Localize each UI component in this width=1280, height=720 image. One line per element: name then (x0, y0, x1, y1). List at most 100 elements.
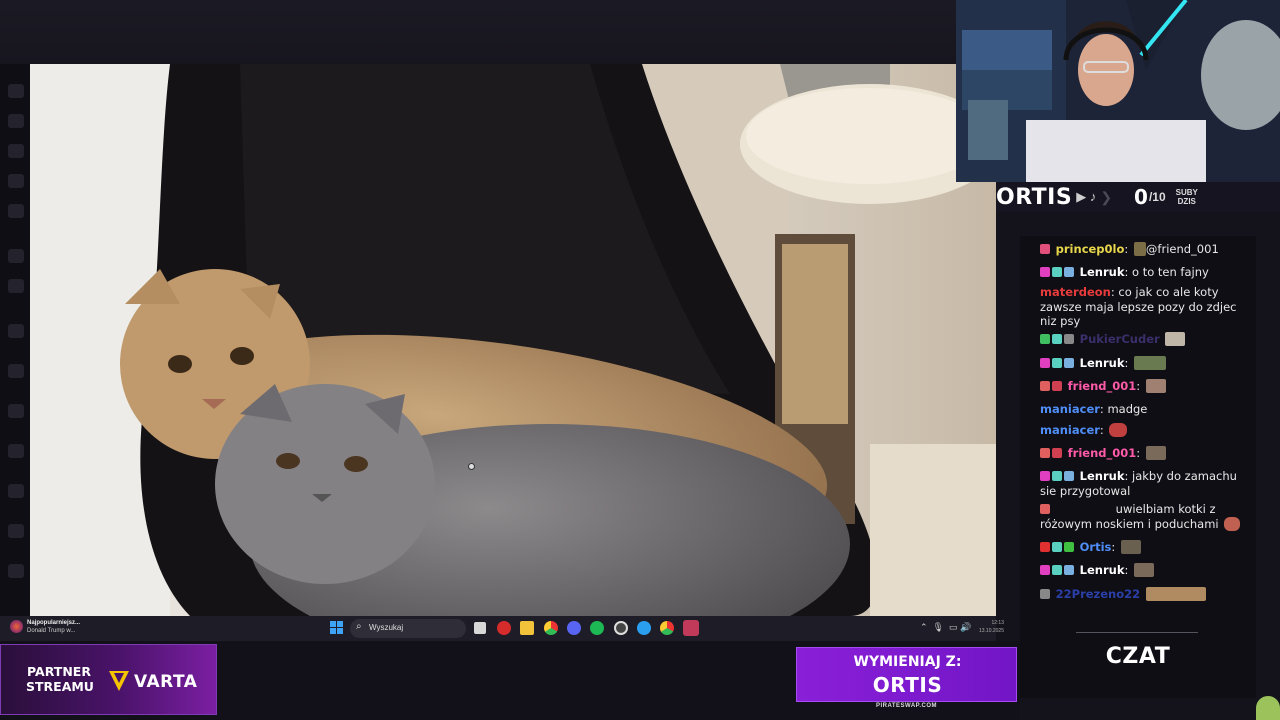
desktop-icon (8, 114, 24, 128)
social-icons: ▶ ♪ (1076, 189, 1097, 204)
chat-text: o to ten fajny (1132, 265, 1209, 279)
flask-badge-icon (1064, 334, 1074, 344)
badge-icon (1052, 448, 1062, 458)
chat-panel: princep0lo: @friend_001 Lenruk: o to ten… (1020, 236, 1256, 698)
chat-message: princep0lo: @friend_001 (1040, 242, 1252, 257)
badge-icon (1040, 504, 1050, 514)
task-view-icon[interactable] (474, 622, 486, 634)
clock[interactable]: 12:13 13.10.2025 (970, 619, 1004, 635)
desktop-icon (8, 279, 24, 293)
emote-icon (1134, 563, 1155, 577)
chat-username[interactable]: princep0lo (1056, 242, 1125, 256)
swap-url: PIRATESWAP.COM (875, 703, 938, 709)
clock-date: 13.10.2025 (978, 628, 1004, 634)
mod-badge-icon (1052, 542, 1062, 552)
desktop-icon (8, 84, 24, 98)
emote-icon (1224, 516, 1241, 531)
desktop-icon (8, 204, 24, 218)
chat-username[interactable]: friend_001 (1068, 446, 1137, 460)
taskbar-search[interactable]: ⌕ Wyszukaj (350, 619, 466, 638)
mascot-icon (1256, 696, 1280, 720)
desktop-side-strip (0, 64, 30, 616)
app-icon[interactable] (683, 620, 699, 636)
streamer-name-bar: ORTIS ▶ ♪ ❯ 0 /10 SUBY DZIS (996, 182, 1280, 212)
emote-icon (1109, 423, 1128, 437)
chat-username[interactable]: maniacer (1040, 402, 1100, 416)
sub-count: 0 (1134, 185, 1148, 209)
desktop-icon (8, 174, 24, 188)
news-widget-icon[interactable] (10, 620, 23, 633)
windows-start-icon[interactable] (330, 621, 343, 634)
emote-icon (1165, 332, 1186, 346)
chat-message: friend_001: (1040, 446, 1252, 461)
chat-username[interactable]: Lenruk (1080, 563, 1125, 577)
partner-label-line1: PARTNER (27, 664, 91, 679)
vip-badge-icon (1064, 267, 1074, 277)
chat-username[interactable]: Ortis (1080, 540, 1112, 554)
check-badge-icon (1040, 334, 1050, 344)
desktop-icon (8, 524, 24, 538)
chat-message: maniacer: (1040, 423, 1252, 438)
chat-message: Ortis: (1040, 540, 1252, 555)
swap-line1: WYMIENIAJ Z: (853, 654, 962, 670)
chat-message: uwielbiam kotki z różowym noskiem i podu… (1040, 502, 1252, 531)
desktop-icon (8, 564, 24, 578)
sub-badge-icon (1040, 267, 1050, 277)
desktop-icon (8, 324, 24, 338)
chat-divider (1076, 632, 1198, 633)
chat-message: Lenruk: (1040, 356, 1252, 371)
system-tray[interactable]: ⌃ 🎙 ▭ 🔊 (920, 622, 971, 633)
partner-label-line2: STREAMU (26, 679, 94, 694)
chat-title: CZAT (1105, 644, 1171, 669)
chat-username[interactable]: 22Prezeno22 (1056, 587, 1141, 601)
obs-icon[interactable] (614, 621, 628, 635)
sub-badge-icon (1040, 565, 1050, 575)
chat-username[interactable]: materdeon (1040, 285, 1111, 299)
news-title: Najpopularniejsz... (27, 620, 81, 626)
chrome-icon[interactable] (544, 621, 558, 635)
chat-username[interactable]: Lenruk (1080, 356, 1125, 370)
chat-username[interactable]: PukierCuder (1080, 332, 1160, 346)
desktop-icon (8, 144, 24, 158)
chat-text: madge (1107, 402, 1148, 416)
chat-username[interactable]: Lenruk (1080, 469, 1125, 483)
mod-badge-icon (1052, 267, 1062, 277)
badge-icon (1052, 381, 1062, 391)
webcam-illustration (956, 0, 1280, 182)
chat-username[interactable]: Lenruk (1080, 265, 1125, 279)
mod-badge-icon (1052, 358, 1062, 368)
vip-badge-icon (1064, 358, 1074, 368)
emote-icon (1145, 379, 1166, 393)
gift-badge-icon (1064, 542, 1074, 552)
chat-message: Lenruk: (1040, 563, 1252, 578)
search-placeholder: Wyszukaj (369, 623, 404, 632)
sub-goal: /10 (1148, 190, 1166, 204)
sub-label-line2: DZIS (1177, 197, 1196, 206)
badge-icon (1040, 448, 1050, 458)
spotify-icon[interactable] (590, 621, 604, 635)
chevron-right-icon: ❯ (1100, 188, 1113, 205)
cat-photo (30, 64, 996, 616)
cat-photo-illustration (30, 64, 996, 616)
desktop-icon (8, 404, 24, 418)
app-icon[interactable] (637, 621, 651, 635)
desktop-icon (8, 444, 24, 458)
swap-line2: ORTIS (872, 673, 943, 697)
chat-username[interactable]: maniacer (1040, 423, 1100, 437)
youtube-badge-icon (1040, 542, 1050, 552)
mouse-cursor (468, 463, 475, 470)
chat-message: PukierCuder (1040, 332, 1252, 347)
mod-badge-icon (1052, 565, 1062, 575)
swap-banner: WYMIENIAJ Z: ORTIS (796, 647, 1017, 702)
chat-username[interactable]: friend_001 (1068, 379, 1137, 393)
chrome-icon[interactable] (660, 621, 674, 635)
emote-icon (1120, 540, 1141, 554)
chat-text: @friend_001 (1145, 242, 1219, 256)
chat-message: 22Prezeno22 (1040, 587, 1252, 602)
discord-icon[interactable] (567, 621, 581, 635)
opera-icon[interactable] (497, 621, 511, 635)
sub-badge-icon (1040, 358, 1050, 368)
file-explorer-icon[interactable] (520, 621, 534, 635)
desktop-icon (8, 484, 24, 498)
chat-message: Lenruk: o to ten fajny (1040, 265, 1252, 280)
